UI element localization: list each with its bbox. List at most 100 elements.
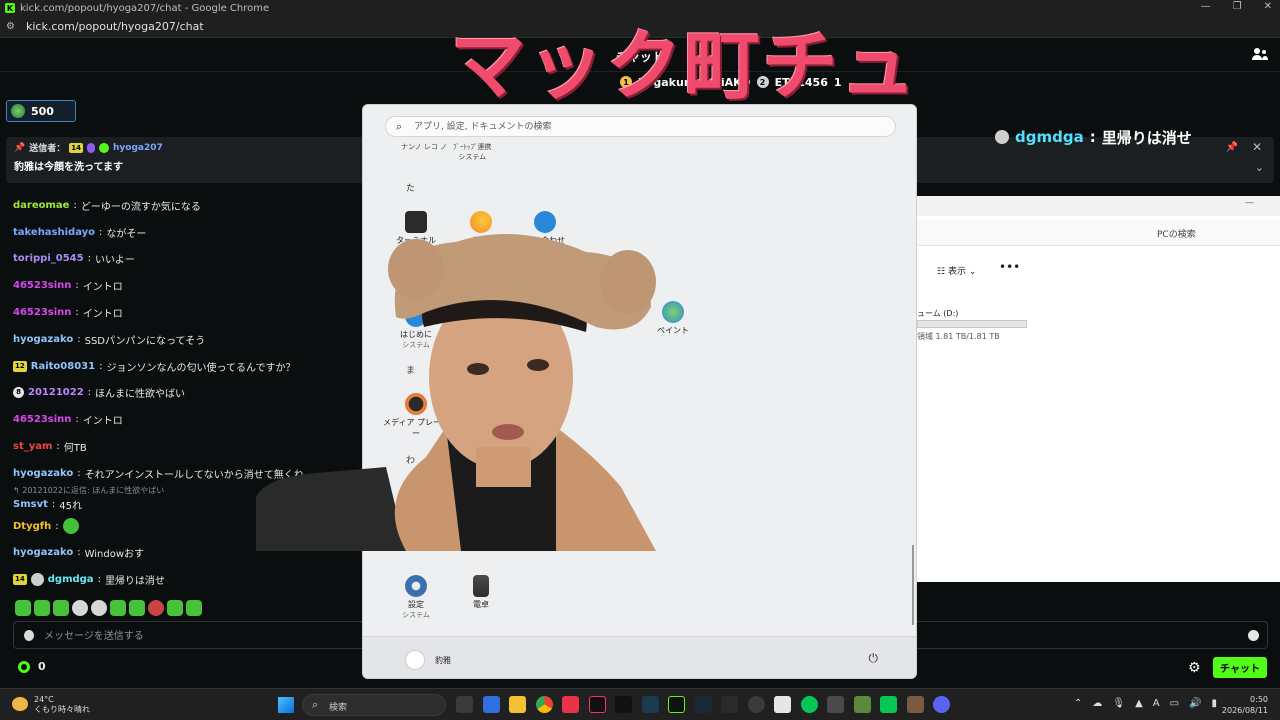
channel-points[interactable]: 0 [18,660,46,673]
line-icon[interactable] [800,696,818,713]
subscriber-badge: 14 [69,142,83,153]
send-chat-button[interactable]: チャット [1213,657,1267,678]
message-text: イントロ [82,416,123,428]
app-icon[interactable] [562,696,579,713]
overlay-message: 里帰りは消せ [1101,128,1192,147]
chrome-icon[interactable] [535,696,553,713]
username[interactable]: Smsvt [13,499,48,510]
username[interactable]: hyogazako [13,547,73,558]
tiktok-icon[interactable] [588,696,606,713]
cloud-icon[interactable]: ☁ [1092,698,1102,709]
explorer-search[interactable]: PCの検索 [917,220,1280,246]
battery-icon[interactable]: ▮ [1212,698,1218,709]
minecraft-icon[interactable] [853,696,871,713]
user-avatar[interactable] [405,650,425,670]
discord-icon[interactable] [933,696,950,713]
windows-start-icon[interactable] [278,697,294,713]
app-settings[interactable]: 設定 システム [381,575,451,620]
network-icon[interactable]: ▭ [1170,698,1179,709]
search-label: 検索 [329,703,348,713]
clock[interactable]: 0:50 2026/08/11 [1222,694,1268,716]
folder-icon[interactable] [509,696,526,713]
sender-label: 送信者： [29,144,66,154]
app-icon[interactable]: ▲ [1135,698,1143,709]
username[interactable]: 46523sinn [13,414,71,425]
username[interactable]: st_yam [13,441,52,452]
message-text: いいよー [94,255,135,267]
chevron-up-icon[interactable]: ⌃ [1074,698,1082,709]
username[interactable]: torippi_0545 [13,253,84,264]
section-letter[interactable]: た [406,181,415,194]
users-icon[interactable] [1252,47,1268,61]
username[interactable]: hyogazako [13,468,73,479]
sender-name[interactable]: hyoga207 [113,143,163,153]
username[interactable]: Raito08031 [31,361,95,372]
steam-icon[interactable] [694,696,712,713]
app-sub: システム [402,611,430,619]
window-title: kick.com/popout/hyoga207/chat - Google C… [20,2,270,14]
username[interactable]: dareomae [13,200,69,211]
username[interactable]: 46523sinn [13,307,71,318]
volume-icon[interactable]: 🔊 [1189,698,1201,709]
scrollbar[interactable] [912,545,914,625]
view-button[interactable]: ☷ 表示 ⌄ [937,264,976,277]
task-view-icon[interactable] [456,696,473,713]
username[interactable]: 46523sinn [13,280,71,291]
username[interactable]: takehashidayo [13,227,95,238]
username[interactable]: dgmdga [48,574,94,585]
mic-icon[interactable]: 🎙 [1112,698,1125,709]
search-icon: ⌕ [312,698,319,711]
avatar [995,130,1009,144]
username[interactable]: Dtygfh [13,521,51,532]
kick-icon[interactable] [668,696,685,713]
url-text[interactable]: kick.com/popout/hyoga207/chat [26,20,204,33]
app-icon[interactable] [827,696,844,713]
weather-widget[interactable]: 24°C くもり時々晴れ [12,695,90,715]
gift-leader-chip[interactable]: 500 [6,100,76,122]
message-text: Windowおす [84,549,145,561]
start-search-input[interactable] [414,120,884,134]
app-icon[interactable] [721,696,738,713]
highlighted-chat-overlay: dgmdga : 里帰りは消せ [995,127,1192,147]
app-label-partial[interactable]: ナンノ レコ ノ [401,142,447,152]
message-text: 45れ [59,501,82,513]
minimize-icon[interactable]: — [1245,198,1254,208]
power-icon[interactable]: ⏻ [869,651,879,666]
message-text: ながそー [106,228,147,240]
obs-icon[interactable] [747,696,765,713]
app-icon[interactable] [615,696,632,713]
weather-icon [12,697,28,711]
calculator-icon [473,575,489,597]
ime-icon[interactable]: A [1153,698,1160,709]
restore-icon[interactable]: ❐ [1233,1,1242,12]
app-name: 電卓 [473,600,489,609]
app-icon[interactable] [906,696,924,713]
message-text: ほんまに性欲やばい [95,389,186,401]
app-icon[interactable] [482,696,500,713]
app-label-partial[interactable]: ﾌﾞｰﾄｯﾌﾟ連携 システム [453,142,492,162]
close-icon[interactable]: ✕ [1252,140,1262,154]
emoji-icon[interactable] [1248,630,1259,641]
app-icon[interactable] [774,696,791,713]
site-info-icon[interactable]: ⚙ [6,21,20,32]
minimize-icon[interactable]: — [1201,1,1211,12]
taskbar-apps [456,696,950,713]
start-search-box[interactable]: ⌕ [385,116,896,137]
gear-icon[interactable]: ⚙ [1188,660,1201,676]
taskbar-search[interactable]: ⌕ 検索 [302,694,446,716]
points-icon [18,660,30,673]
chevron-down-icon[interactable]: ⌄ [1255,161,1264,174]
user-name[interactable]: 豹雅 [435,655,451,666]
pinned-text: 豹雅は今顔を洗ってます [14,162,123,173]
shield-icon[interactable] [24,630,34,641]
app-calculator[interactable]: 電卓 [446,575,516,610]
drive-label[interactable]: ューム (D:) [917,308,958,319]
username[interactable]: 20121022 [28,387,84,398]
close-icon[interactable]: ✕ [1264,1,1272,12]
unpin-icon[interactable]: 📌 [1226,142,1238,153]
more-options-icon[interactable]: ••• [999,260,1020,274]
username[interactable]: hyogazako [13,334,73,345]
app-icon[interactable] [641,696,659,713]
line-icon[interactable] [880,696,897,713]
emote-icon [129,600,145,616]
